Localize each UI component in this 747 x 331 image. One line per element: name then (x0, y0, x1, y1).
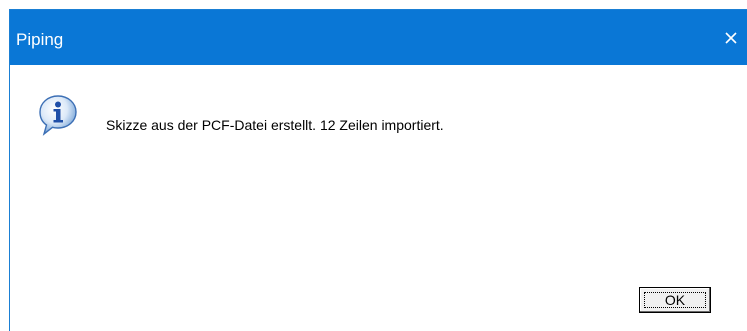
dialog-body: Skizze aus der PCF-Datei erstellt. 12 Ze… (10, 65, 747, 331)
ok-button-label: OK (664, 292, 686, 308)
dialog-title: Piping (16, 30, 64, 49)
ok-button[interactable]: OK (639, 287, 711, 313)
title-bar: Piping (10, 10, 747, 65)
close-icon (725, 32, 737, 44)
close-button[interactable] (717, 24, 745, 52)
info-icon (39, 95, 77, 136)
message-dialog: Piping Skizze aus der PCF-Datei erstellt… (9, 9, 747, 331)
dialog-message: Skizze aus der PCF-Datei erstellt. 12 Ze… (106, 117, 444, 133)
